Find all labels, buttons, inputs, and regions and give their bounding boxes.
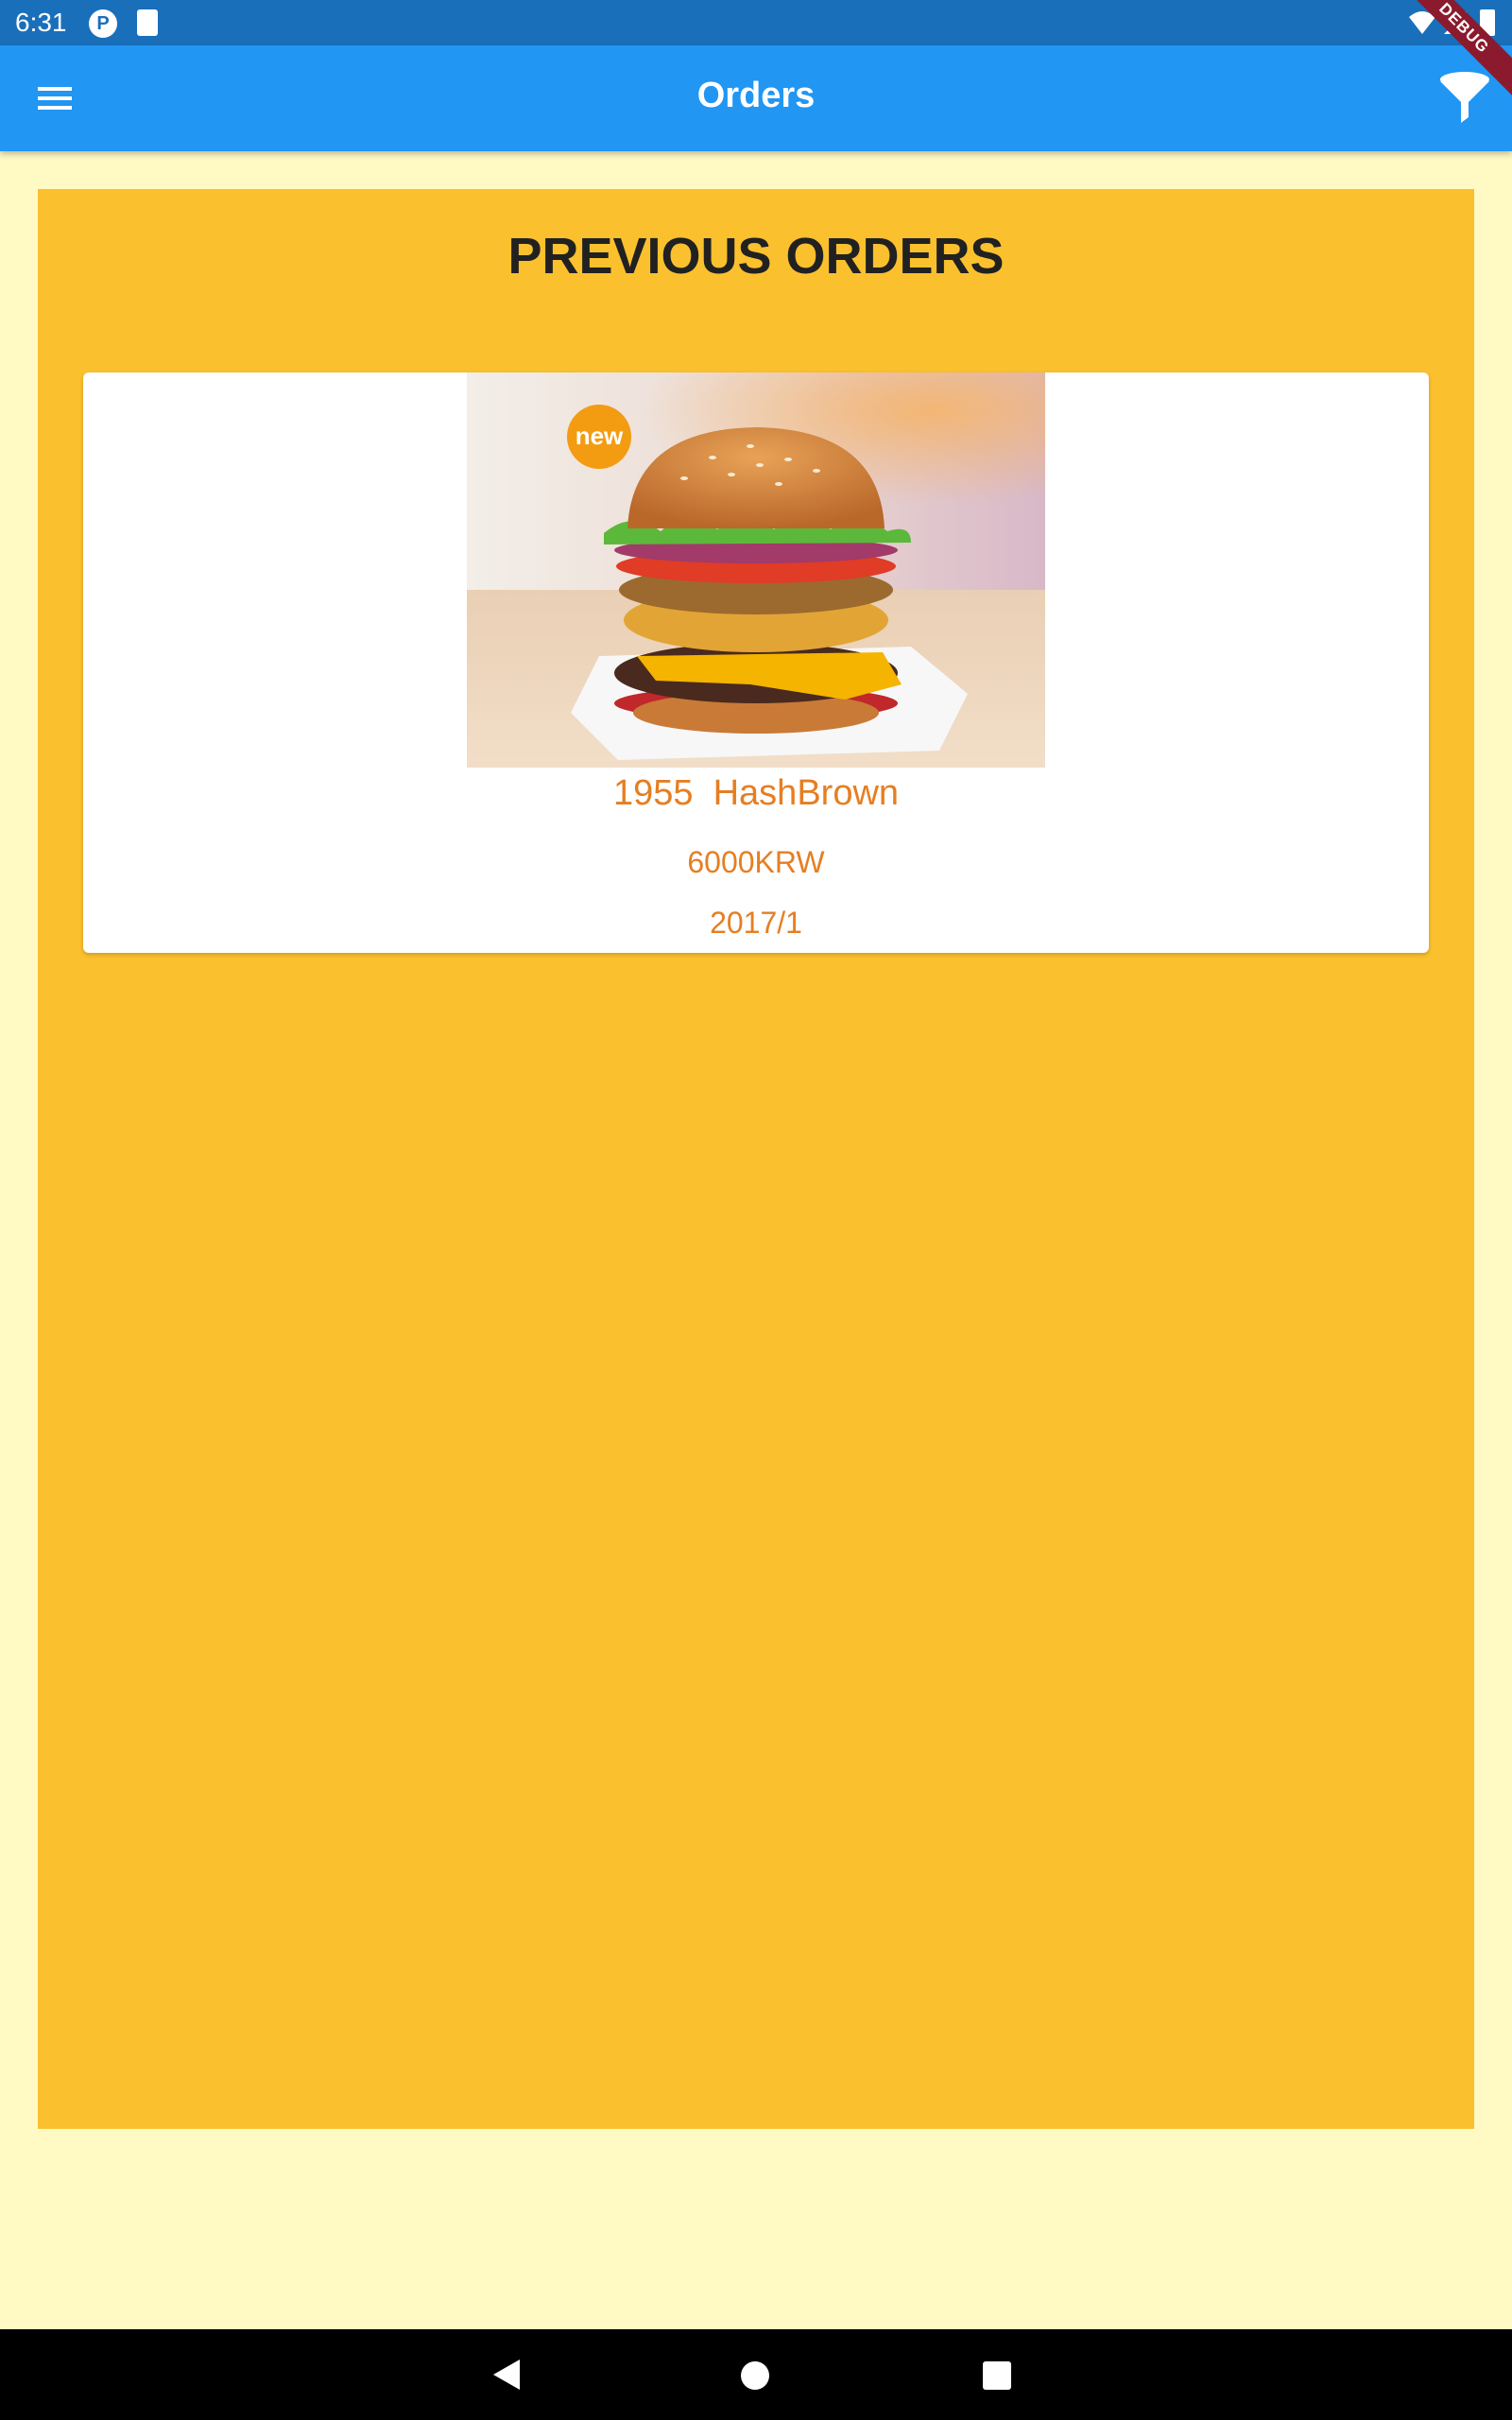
app-bar: Orders — [0, 45, 1512, 151]
filter-button[interactable] — [1436, 70, 1493, 127]
recents-icon[interactable] — [983, 2361, 1011, 2390]
sd-card-icon — [137, 9, 158, 36]
order-card[interactable]: new 1955 HashBrown 6000KRW 2017/1 — [83, 372, 1429, 953]
status-bar: 6:31 P — [0, 0, 1512, 45]
new-badge: new — [575, 422, 624, 450]
p-icon: P — [89, 9, 117, 38]
section-title: PREVIOUS ORDERS — [507, 228, 1005, 285]
filter-icon — [1440, 72, 1489, 123]
previous-orders-panel: PREVIOUS ORDERS new 1955 HashBrown 6000K… — [38, 189, 1474, 2129]
page-title: Orders — [696, 76, 816, 115]
order-name: 1955 HashBrown — [612, 773, 900, 813]
back-icon[interactable] — [491, 2358, 522, 2392]
order-date: 2017/1 — [710, 906, 802, 940]
home-icon[interactable] — [741, 2361, 769, 2390]
order-price: 6000KRW — [687, 845, 825, 879]
status-time: 6:31 — [15, 8, 67, 37]
burger-image: new — [467, 372, 1045, 768]
system-nav-bar — [0, 2329, 1512, 2420]
